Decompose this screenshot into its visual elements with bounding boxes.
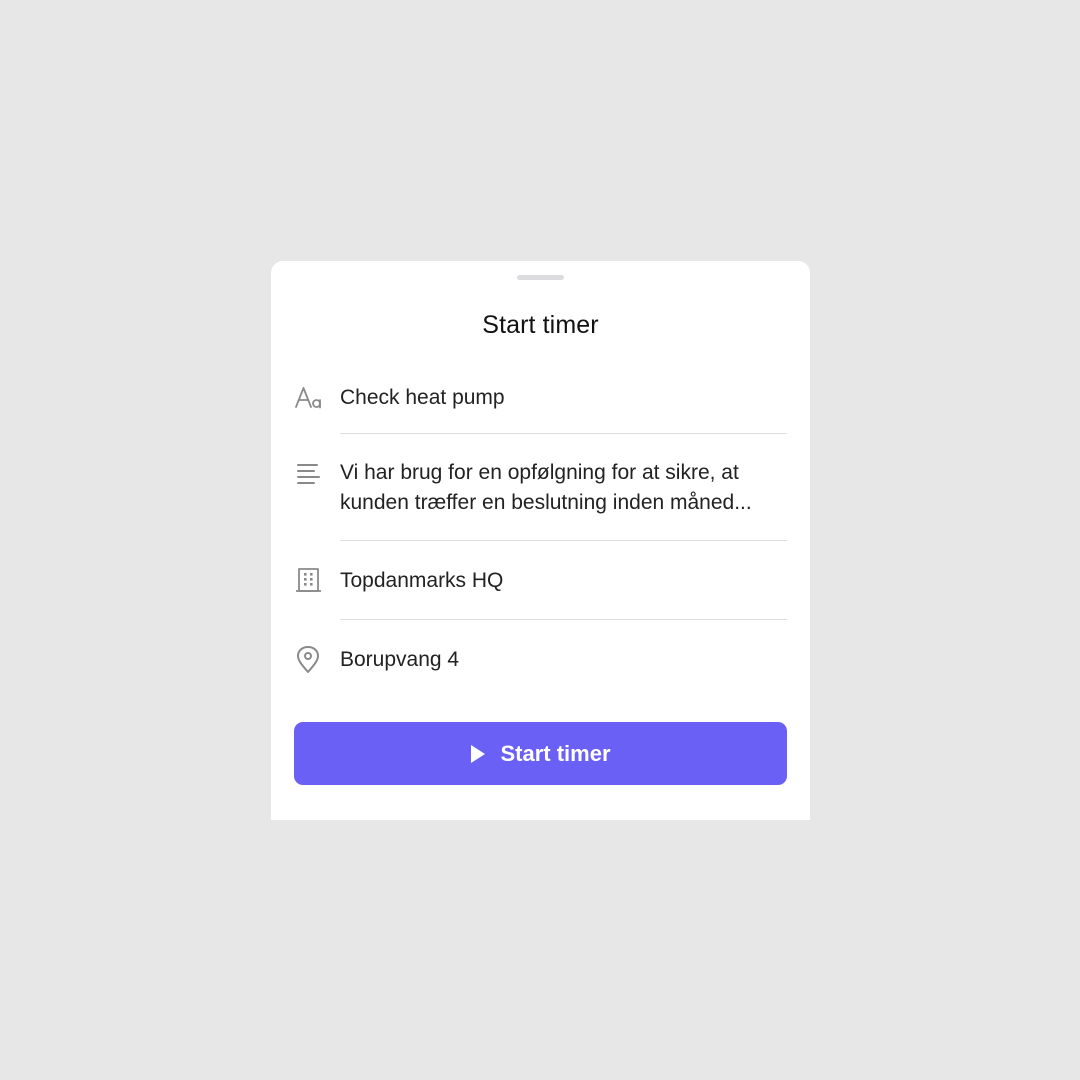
- company-field[interactable]: Topdanmarks HQ: [294, 565, 787, 621]
- bottom-sheet: Start timer Check heat pump Vi har brug …: [271, 261, 810, 820]
- name-value: Check heat pump: [340, 386, 505, 409]
- description-field[interactable]: Vi har brug for en opfølgning for at sik…: [294, 458, 787, 542]
- drag-handle[interactable]: [517, 275, 564, 280]
- start-timer-button[interactable]: Start timer: [294, 722, 787, 785]
- sheet-title: Start timer: [482, 311, 599, 339]
- description-value: Vi har brug for en opfølgning for at sik…: [340, 461, 752, 514]
- divider: [340, 540, 787, 541]
- address-value: Borupvang 4: [340, 648, 460, 671]
- address-field[interactable]: Borupvang 4: [294, 644, 787, 678]
- name-field[interactable]: Check heat pump: [294, 381, 787, 435]
- divider: [340, 433, 787, 434]
- text-format-icon: [294, 383, 324, 413]
- company-value: Topdanmarks HQ: [340, 569, 504, 592]
- align-left-icon: [294, 459, 324, 489]
- location-pin-icon: [294, 645, 324, 675]
- start-timer-label: Start timer: [500, 740, 611, 766]
- divider: [340, 619, 787, 620]
- play-icon: [471, 744, 486, 763]
- building-icon: [294, 566, 324, 596]
